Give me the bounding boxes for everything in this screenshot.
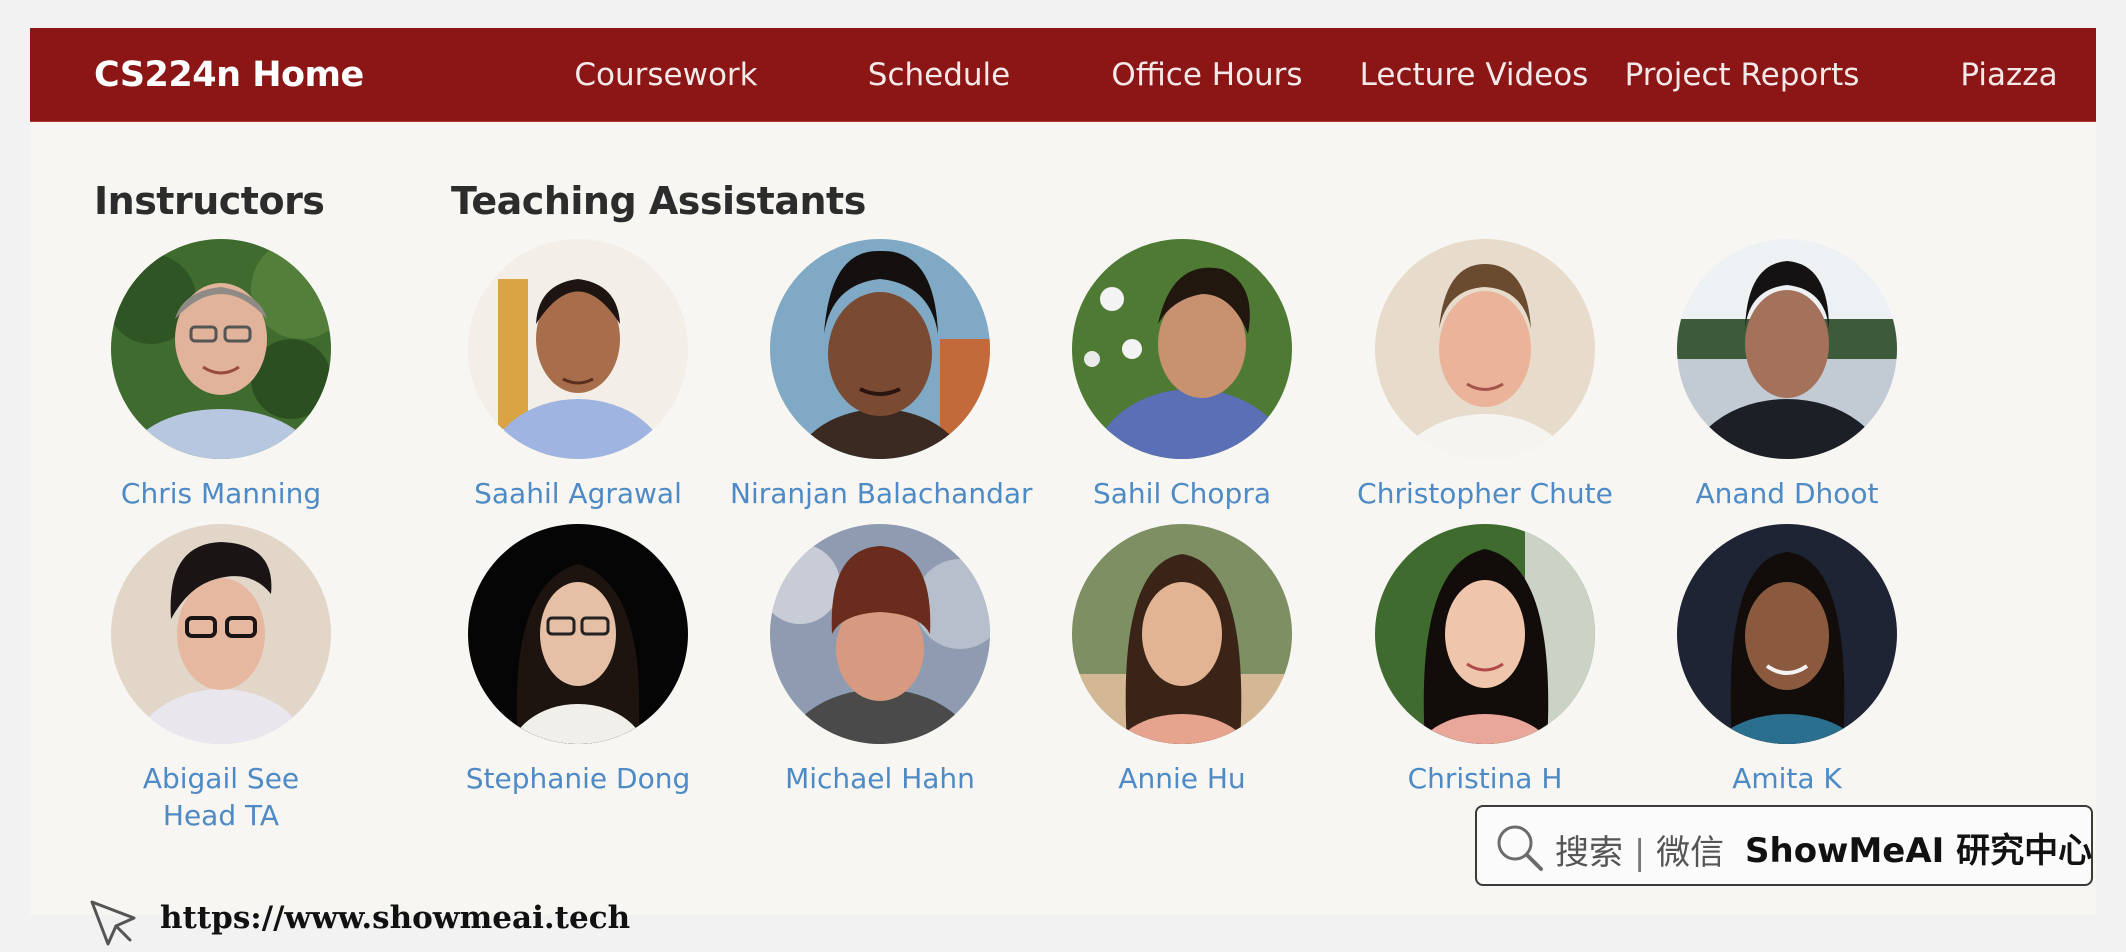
person-name[interactable]: Christina H	[1335, 760, 1635, 797]
profile-photo[interactable]	[1677, 239, 1897, 459]
person-name[interactable]: Chris Manning	[71, 475, 371, 512]
nav-link-piazza[interactable]: Piazza	[1960, 57, 2057, 93]
person-name[interactable]: Amita K	[1637, 760, 1937, 797]
person-card: Anand Dhoot	[1637, 239, 1937, 512]
person-card: Saahil Agrawal	[428, 239, 728, 512]
teaching-assistants-heading: Teaching Assistants	[451, 179, 866, 223]
profile-photo[interactable]	[770, 524, 990, 744]
profile-photo[interactable]	[468, 239, 688, 459]
person-name[interactable]: Annie Hu	[1032, 760, 1332, 797]
search-channel: 微信	[1656, 833, 1725, 873]
page-container: CS224n Home Coursework Schedule Office H…	[30, 28, 2096, 946]
person-name[interactable]: Saahil Agrawal	[428, 475, 728, 512]
nav-link-project-reports[interactable]: Project Reports	[1625, 57, 1860, 93]
person-role: Head TA	[162, 799, 280, 832]
footer-url[interactable]: https://www.showmeai.tech	[160, 900, 630, 936]
watermark-brand: ShowMeAI 研究中心	[1745, 831, 2093, 871]
wechat-search-badge[interactable]: 搜索 | 微信 ShowMeAI 研究中心	[1475, 805, 2093, 886]
person-card: Christopher Chute	[1335, 239, 1635, 512]
person-card: Chris Manning	[71, 239, 371, 512]
search-hint: 搜索 | 微信	[1555, 825, 1724, 874]
search-separator: |	[1633, 833, 1646, 873]
person-card: Amita K	[1637, 524, 1937, 797]
person-card: Stephanie Dong	[428, 524, 728, 797]
nav-link-coursework[interactable]: Coursework	[574, 57, 757, 93]
profile-photo[interactable]	[111, 239, 331, 459]
person-name[interactable]: Christopher Chute	[1335, 475, 1635, 512]
search-icon	[1497, 825, 1543, 871]
profile-photo[interactable]	[468, 524, 688, 744]
home-link[interactable]: CS224n Home	[94, 55, 364, 95]
profile-photo[interactable]	[1375, 524, 1595, 744]
profile-photo[interactable]	[1072, 239, 1292, 459]
person-card: Annie Hu	[1032, 524, 1332, 797]
person-name[interactable]: Sahil Chopra	[1032, 475, 1332, 512]
top-navbar: CS224n Home Coursework Schedule Office H…	[30, 28, 2096, 121]
instructors-heading: Instructors	[94, 179, 325, 223]
person-name[interactable]: Stephanie Dong	[428, 760, 728, 797]
profile-photo[interactable]	[111, 524, 331, 744]
person-name[interactable]: Michael Hahn	[730, 760, 1030, 797]
nav-link-office-hours[interactable]: Office Hours	[1111, 57, 1302, 93]
profile-photo[interactable]	[1677, 524, 1897, 744]
person-card: Christina H	[1335, 524, 1635, 797]
person-name[interactable]: Abigail See	[71, 760, 371, 797]
profile-photo[interactable]	[1375, 239, 1595, 459]
person-name[interactable]: Anand Dhoot	[1637, 475, 1937, 512]
person-name[interactable]: Niranjan Balachandar	[730, 475, 1033, 512]
person-card: Abigail See Head TA	[71, 524, 371, 834]
nav-link-schedule[interactable]: Schedule	[868, 57, 1010, 93]
profile-photo[interactable]	[1072, 524, 1292, 744]
person-card: Michael Hahn	[730, 524, 1030, 797]
nav-link-lecture-videos[interactable]: Lecture Videos	[1360, 57, 1589, 93]
profile-photo[interactable]	[770, 239, 990, 459]
person-card: Niranjan Balachandar	[730, 239, 1033, 512]
person-card: Sahil Chopra	[1032, 239, 1332, 512]
cursor-icon	[90, 900, 136, 946]
search-prefix: 搜索	[1555, 833, 1623, 873]
